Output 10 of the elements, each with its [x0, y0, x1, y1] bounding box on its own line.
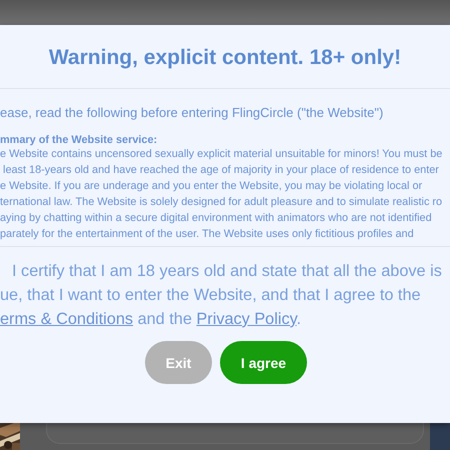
terms-link[interactable]: erms & Conditions: [0, 310, 134, 328]
summary-text: e Website contains uncensored sexually explicit material unsuitable for minors! You must be least 18-years old and have reached the age of majority in your place of residence to enter e Website. If you are underage and you enter the Website, you may be violating local or ternational law. The Website is solely designed for adult pleasure and to simulate realistic ro aying by chatting within a secure digital environment with animators who are not identified parately for the entertainment of the user. The Website uses only fictitious profiles and: [0, 147, 444, 242]
certify-text: I certify that I am 18 years old and state that all the above is ue, that I want to enter the Website, and that I agree to the erms & Conditions and the Privacy Policy.: [0, 261, 443, 330]
summary-heading: mmary of the Website service:: [0, 134, 158, 146]
exit-button[interactable]: Exit: [145, 341, 212, 384]
agree-button[interactable]: I agree: [220, 341, 307, 384]
intro-text: ease, read the following before entering FlingCircle ("the Website"): [0, 105, 384, 120]
dialog-title: Warning, explicit content. 18+ only!: [48, 46, 402, 70]
side-panel: [430, 423, 450, 450]
privacy-link[interactable]: Privacy Policy: [196, 310, 297, 328]
